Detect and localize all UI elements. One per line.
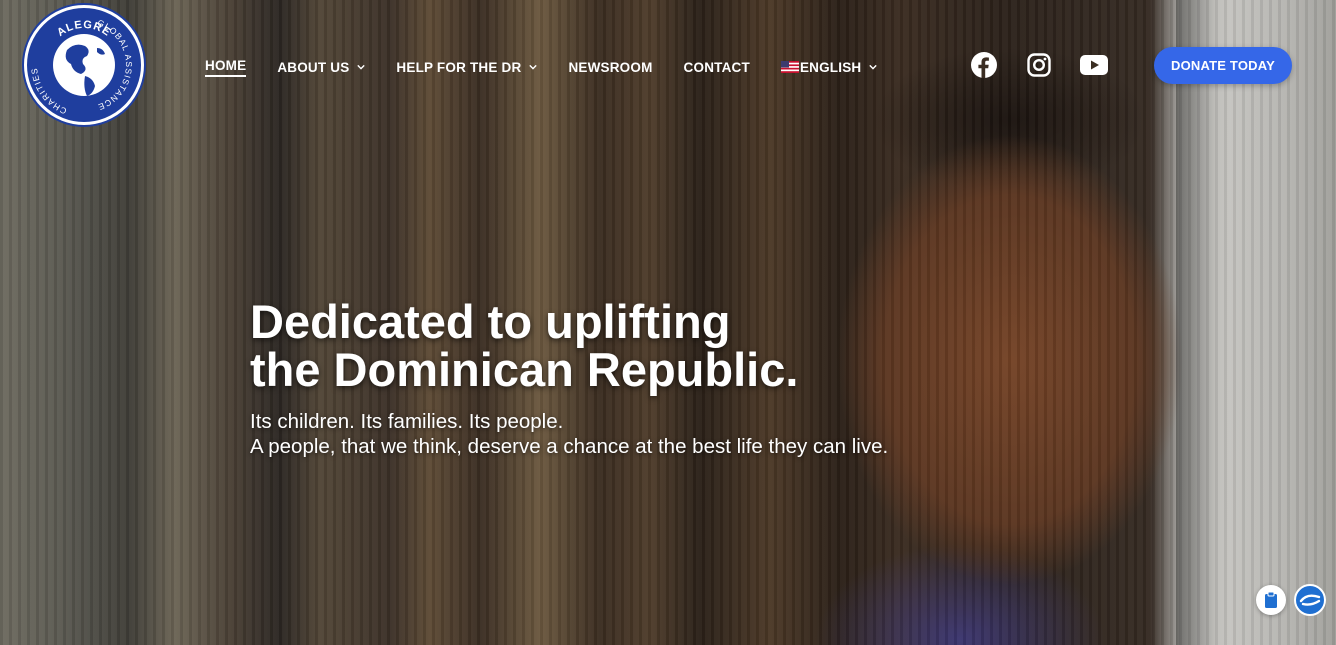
hero-headline-line2: the Dominican Republic. [250,343,799,396]
youtube-icon[interactable] [1080,51,1108,79]
language-label: ENGLISH [799,59,862,75]
nav-item-label: ABOUT US [277,59,350,75]
hero-subtext-line2: A people, that we think, deserve a chanc… [250,435,889,458]
nav-item-about-us[interactable]: ABOUT US [277,59,366,75]
hero-subtext-line1: Its children. Its families. Its people. [250,410,564,433]
nav-item-label: HELP FOR THE DR [396,59,522,75]
clipboard-icon [1265,591,1277,608]
nav-item-label: NEWSROOM [568,59,653,75]
chevron-down-icon [529,64,538,70]
nav-item-label: CONTACT [683,59,750,75]
hero-subtext: Its children. Its families. Its people. … [250,409,888,459]
hero-headline: Dedicated to uplifting the Dominican Rep… [250,298,950,394]
nav-item-home[interactable]: HOME [205,58,247,77]
site-logo[interactable]: ALEGRE GLOBAL ASSISTANCE CHARITIES [24,5,144,125]
donate-button[interactable]: DONATE TODAY [1154,47,1292,84]
clipboard-widget-button[interactable] [1256,585,1286,615]
chevron-down-icon [869,64,878,70]
chevron-down-icon [357,64,366,70]
nav-item-label: HOME [205,58,247,77]
language-selector[interactable]: ENGLISH [780,59,878,75]
instagram-icon[interactable] [1025,51,1053,79]
facebook-icon[interactable] [970,51,998,79]
nav-item-contact[interactable]: CONTACT [684,60,750,75]
social-links [970,51,1135,79]
nav-item-newsroom[interactable]: NEWSROOM [568,60,652,75]
us-flag-icon [780,61,799,73]
hero-photo-door [1176,0,1336,645]
hero-headline-line1: Dedicated to uplifting [250,295,731,348]
chat-swirl-icon [1299,594,1321,606]
nav-item-help-for-the-dr[interactable]: HELP FOR THE DR [396,59,538,75]
chat-widget-button[interactable] [1294,584,1326,616]
main-nav: HOME ABOUT US HELP FOR THE DR NEWSROOM C… [205,56,908,78]
